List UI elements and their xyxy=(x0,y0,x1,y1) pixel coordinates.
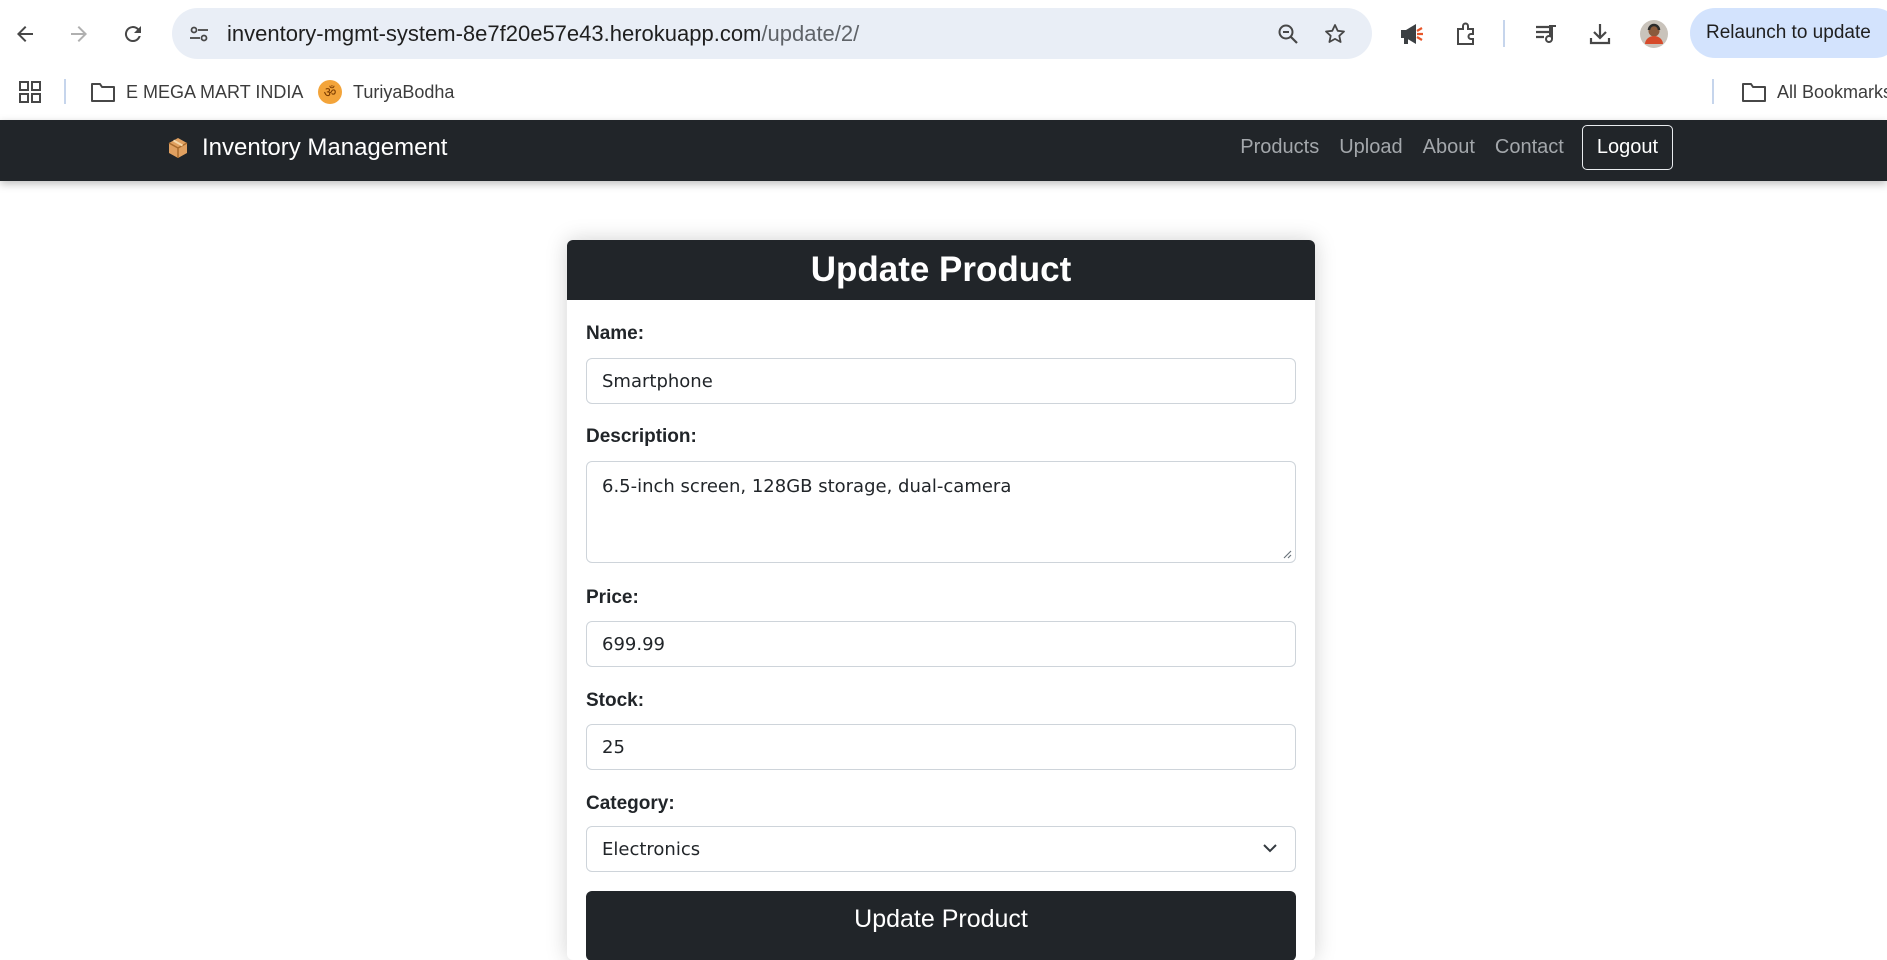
bookmark-divider xyxy=(1712,79,1714,104)
resize-handle-icon[interactable] xyxy=(1282,549,1292,559)
profile-avatar-icon[interactable] xyxy=(1634,14,1674,54)
download-icon[interactable] xyxy=(1580,14,1620,54)
bookmark-label: TuriyaBodha xyxy=(353,81,455,102)
forward-arrow-icon xyxy=(71,26,87,42)
name-input[interactable]: Smartphone xyxy=(586,358,1296,404)
brand-link[interactable]: Inventory Management xyxy=(166,134,447,162)
address-bar[interactable]: inventory-mgmt-system-8e7f20e57e43.herok… xyxy=(172,8,1372,59)
name-value: Smartphone xyxy=(602,370,713,392)
nav-link-products[interactable]: Products xyxy=(1240,136,1319,159)
back-arrow-icon xyxy=(17,26,33,42)
bookmark-item-turiyabodha[interactable]: ॐ TuriyaBodha xyxy=(317,76,454,108)
nav-link-about[interactable]: About xyxy=(1423,136,1475,159)
nav-link-contact[interactable]: Contact xyxy=(1495,136,1564,159)
folder-icon xyxy=(90,81,116,103)
stock-value: 25 xyxy=(602,736,625,758)
stock-label: Stock: xyxy=(586,690,645,711)
megaphone-icon[interactable] xyxy=(1392,14,1432,54)
update-product-button[interactable]: Update Product xyxy=(586,891,1296,960)
description-textarea[interactable]: 6.5-inch screen, 128GB storage, dual-cam… xyxy=(586,461,1296,563)
bookmark-label: E MEGA MART INDIA xyxy=(126,81,304,102)
folder-icon xyxy=(1741,81,1767,103)
chevron-down-icon xyxy=(1263,844,1277,853)
card-title: Update Product xyxy=(567,240,1315,300)
all-bookmarks-label: All Bookmarks xyxy=(1777,81,1887,102)
name-label: Name: xyxy=(586,323,645,344)
reload-button[interactable] xyxy=(113,14,153,54)
bookmarks-bar: E MEGA MART INDIA ॐ TuriyaBodha All Book… xyxy=(0,67,1887,119)
url-text[interactable]: inventory-mgmt-system-8e7f20e57e43.herok… xyxy=(227,21,859,47)
update-product-card: Update Product Name: Smartphone Descript… xyxy=(567,240,1315,960)
package-icon xyxy=(166,136,190,160)
nav-links: Products Upload About Contact Logout xyxy=(1240,123,1673,171)
extensions-icon[interactable] xyxy=(1446,14,1486,54)
price-value: 699.99 xyxy=(602,633,665,655)
nav-link-upload[interactable]: Upload xyxy=(1339,136,1402,159)
logout-button[interactable]: Logout xyxy=(1581,124,1673,170)
svg-text:ॐ: ॐ xyxy=(324,85,337,101)
price-input[interactable]: 699.99 xyxy=(586,621,1296,667)
forward-button[interactable] xyxy=(59,14,99,54)
apps-button[interactable] xyxy=(18,76,52,108)
category-select[interactable]: Electronics xyxy=(586,826,1296,872)
om-favicon-icon: ॐ xyxy=(317,79,343,105)
toolbar-divider xyxy=(1503,20,1505,47)
reload-icon xyxy=(124,26,141,43)
bookmark-star-icon[interactable] xyxy=(1322,21,1348,47)
stock-input[interactable]: 25 xyxy=(586,724,1296,770)
bookmark-divider xyxy=(64,79,66,104)
price-label: Price: xyxy=(586,587,639,608)
apps-grid-icon xyxy=(18,80,42,104)
back-button[interactable] xyxy=(5,14,45,54)
browser-toolbar: inventory-mgmt-system-8e7f20e57e43.herok… xyxy=(0,0,1887,67)
category-value: Electronics xyxy=(602,838,701,860)
relaunch-button[interactable]: Relaunch to update xyxy=(1690,8,1887,58)
site-info-icon[interactable] xyxy=(186,21,212,47)
description-value: 6.5-inch screen, 128GB storage, dual-cam… xyxy=(602,476,1012,497)
zoom-icon[interactable] xyxy=(1275,21,1301,47)
all-bookmarks-button[interactable]: All Bookmarks xyxy=(1741,76,1887,108)
brand-text: Inventory Management xyxy=(202,134,448,161)
description-label: Description: xyxy=(586,426,697,447)
bookmark-item-emegamart[interactable]: E MEGA MART INDIA xyxy=(90,76,303,108)
media-queue-icon[interactable] xyxy=(1526,14,1566,54)
category-label: Category: xyxy=(586,793,675,814)
site-navbar: Inventory Management Products Upload Abo… xyxy=(0,120,1887,181)
